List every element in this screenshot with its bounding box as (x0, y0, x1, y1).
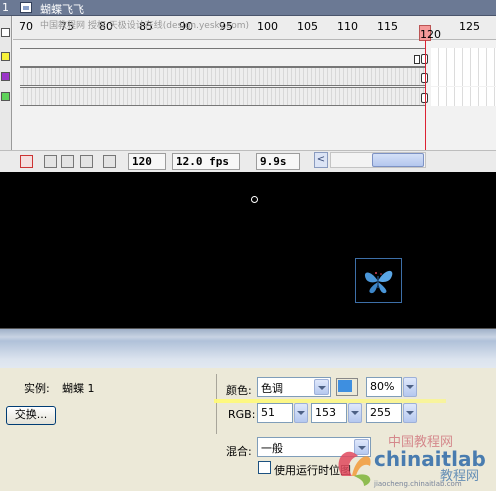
empty-frames[interactable] (431, 48, 496, 67)
runtime-bitmap-checkbox[interactable] (258, 461, 271, 474)
chevron-down-icon[interactable] (314, 379, 329, 395)
red-slider-button[interactable] (294, 403, 308, 423)
stage[interactable] (0, 172, 496, 328)
playhead-line (425, 40, 426, 168)
green-slider-button[interactable] (348, 403, 362, 423)
layer-column (0, 16, 12, 172)
color-mode-value: 色调 (261, 382, 283, 395)
current-frame-field: 120 (128, 153, 166, 170)
empty-frames[interactable] (431, 67, 496, 86)
ruler-label: 115 (377, 20, 398, 33)
instance-name: 蝴蝶 1 (62, 382, 95, 395)
elapsed-time-field: 9.9s (256, 153, 300, 170)
butterfly-icon (364, 270, 393, 294)
layer-track-2[interactable] (20, 67, 425, 86)
outline-toggle-icon[interactable] (1, 28, 10, 37)
chinaitlab-logo-icon: 中国教程网 chinaitlab 教程网 jiaocheng.chinaitla… (338, 434, 486, 488)
tint-amount-field[interactable]: 80% (366, 377, 402, 397)
blend-label: 混合: (226, 445, 252, 458)
butterfly-instance[interactable] (355, 258, 402, 303)
scrollbar-thumb[interactable] (372, 153, 424, 167)
onion-outline-icon[interactable] (61, 155, 74, 168)
blue-slider-button[interactable] (403, 403, 417, 423)
layer-track-3[interactable] (20, 87, 425, 106)
edit-multiple-frames-icon[interactable] (80, 155, 93, 168)
layer-color-green-icon[interactable] (1, 92, 10, 101)
tint-color-swatch (338, 380, 352, 392)
color-mode-select[interactable]: 色调 (257, 377, 331, 397)
layer-track-1[interactable] (20, 48, 425, 67)
center-frame-icon[interactable] (20, 155, 33, 168)
onion-skin-icon[interactable] (44, 155, 57, 168)
divider (216, 374, 217, 434)
blue-field[interactable]: 255 (366, 403, 402, 423)
tint-amount-slider-button[interactable] (403, 377, 417, 397)
logo-line2: chinaitlab (374, 447, 486, 471)
layer-color-purple-icon[interactable] (1, 72, 10, 81)
ruler-label: 125 (459, 20, 480, 33)
layer-color-yellow-icon[interactable] (1, 52, 10, 61)
watermark-text: 中国教程网 授权 天极设计在线(design.yesky.com) (40, 21, 250, 31)
watermark-logo: 中国教程网 chinaitlab 教程网 jiaocheng.chinaitla… (330, 430, 496, 488)
blend-mode-value: 一般 (261, 442, 283, 455)
scene-title[interactable]: 蝴蝶飞飞 (40, 1, 84, 17)
red-field[interactable]: 51 (257, 403, 293, 423)
ruler-label: 110 (337, 20, 358, 33)
ruler-label: 70 (19, 20, 33, 33)
empty-frames[interactable] (431, 87, 496, 106)
scene-icon[interactable] (20, 2, 32, 13)
swap-button[interactable]: 交换... (6, 406, 56, 425)
keyframe-marker[interactable] (414, 55, 420, 64)
green-field[interactable]: 153 (311, 403, 347, 423)
scene-number: 1 (2, 1, 9, 14)
frame-rate-field[interactable]: 12.0 fps (172, 153, 240, 170)
logo-line4: jiaocheng.chinaitlab.com (373, 480, 462, 488)
registration-point-icon (251, 196, 258, 203)
playhead-frame-label: 120 (420, 28, 441, 41)
rgb-label: RGB: (228, 408, 256, 421)
modify-markers-icon[interactable] (103, 155, 116, 168)
scroll-left-button[interactable]: < (314, 152, 328, 168)
instance-label: 实例: (24, 382, 50, 395)
color-label: 颜色: (226, 384, 252, 397)
properties-header (0, 328, 496, 368)
